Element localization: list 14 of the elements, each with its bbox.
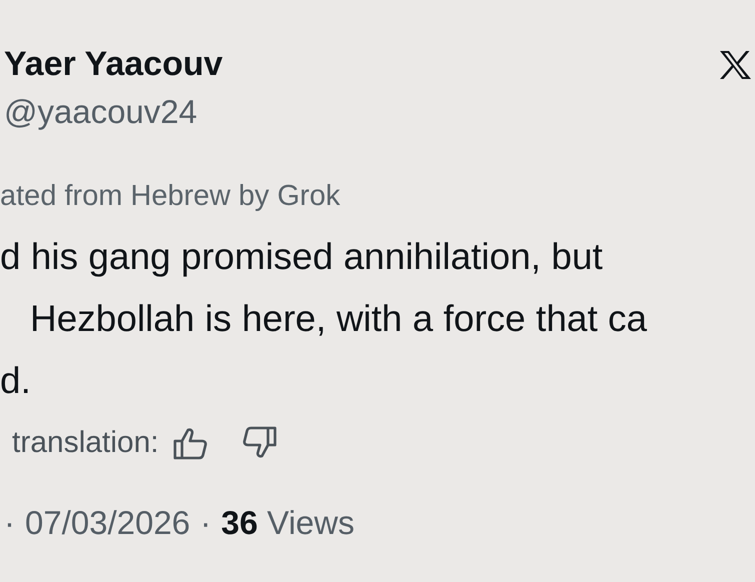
- post-date[interactable]: 07/03/2026: [25, 504, 190, 542]
- x-logo-icon[interactable]: [719, 50, 751, 80]
- thumbs-down-icon[interactable]: [240, 426, 277, 460]
- thumbs-up-icon[interactable]: [172, 426, 209, 460]
- post-text: Hezbollah is here, with a force that ca: [30, 297, 647, 341]
- rate-translation-label: translation:: [12, 426, 159, 460]
- view-count: 36 Views: [221, 504, 354, 542]
- post-text: d his gang promised annihilation, but: [0, 235, 603, 279]
- translation-note: ated from Hebrew by Grok: [0, 179, 340, 214]
- author-name[interactable]: Yaer Yaacouv: [4, 42, 223, 86]
- post-text: d.: [0, 359, 31, 403]
- author-handle[interactable]: @yaacouv24: [4, 92, 198, 132]
- separator-dot: ·: [200, 504, 212, 542]
- separator-dot: ·: [4, 504, 15, 542]
